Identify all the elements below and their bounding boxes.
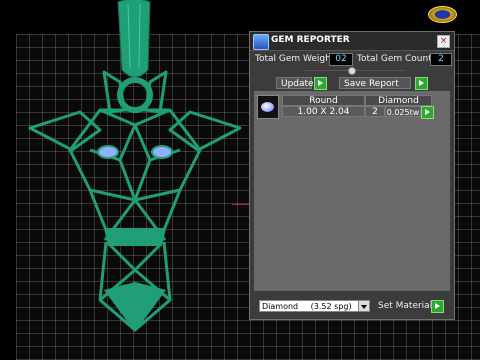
panel-title: GEM REPORTER [271, 35, 350, 45]
slider-knob[interactable] [348, 67, 356, 75]
material-select-value: Diamond [262, 302, 299, 311]
material-select-detail: (3.52 spg) [310, 302, 352, 311]
x-axis-indicator [232, 204, 250, 205]
right-eye-gem [151, 145, 173, 159]
header-round: Round [282, 95, 365, 106]
header-diamond: Diamond [365, 95, 432, 106]
update-label[interactable]: Update [276, 77, 314, 89]
save-report-go-button[interactable] [415, 77, 428, 90]
titlebar[interactable]: GEM REPORTER × [250, 32, 454, 51]
row-gem-weight: 0.025tw [385, 106, 421, 117]
gem-reporter-icon [253, 34, 269, 50]
app-logo-icon[interactable] [428, 6, 457, 23]
gem-list-area[interactable] [254, 91, 450, 291]
material-select[interactable]: Diamond (3.52 spg) [259, 300, 370, 312]
set-material-label[interactable]: Set Material [378, 301, 432, 311]
total-gem-count-value: 2 [430, 53, 452, 66]
row-gem-count: 2 [365, 106, 385, 117]
chevron-down-icon[interactable] [358, 301, 369, 311]
total-gem-weight-label: Total Gem Weight [255, 54, 335, 64]
bail-shape [117, 0, 151, 78]
row-go-button[interactable] [421, 106, 434, 119]
total-gem-count-label: Total Gem Count [357, 54, 432, 64]
total-gem-weight-value: 02 [329, 53, 353, 66]
close-icon[interactable]: × [437, 35, 450, 48]
set-material-go-button[interactable] [431, 300, 444, 313]
save-report-label[interactable]: Save Report [339, 77, 411, 89]
row-gem-size: 1.00 X 2.04 [282, 106, 365, 117]
round-gem-thumbnail-icon[interactable] [257, 95, 279, 119]
update-go-button[interactable] [314, 77, 327, 90]
left-eye-gem [97, 145, 119, 159]
